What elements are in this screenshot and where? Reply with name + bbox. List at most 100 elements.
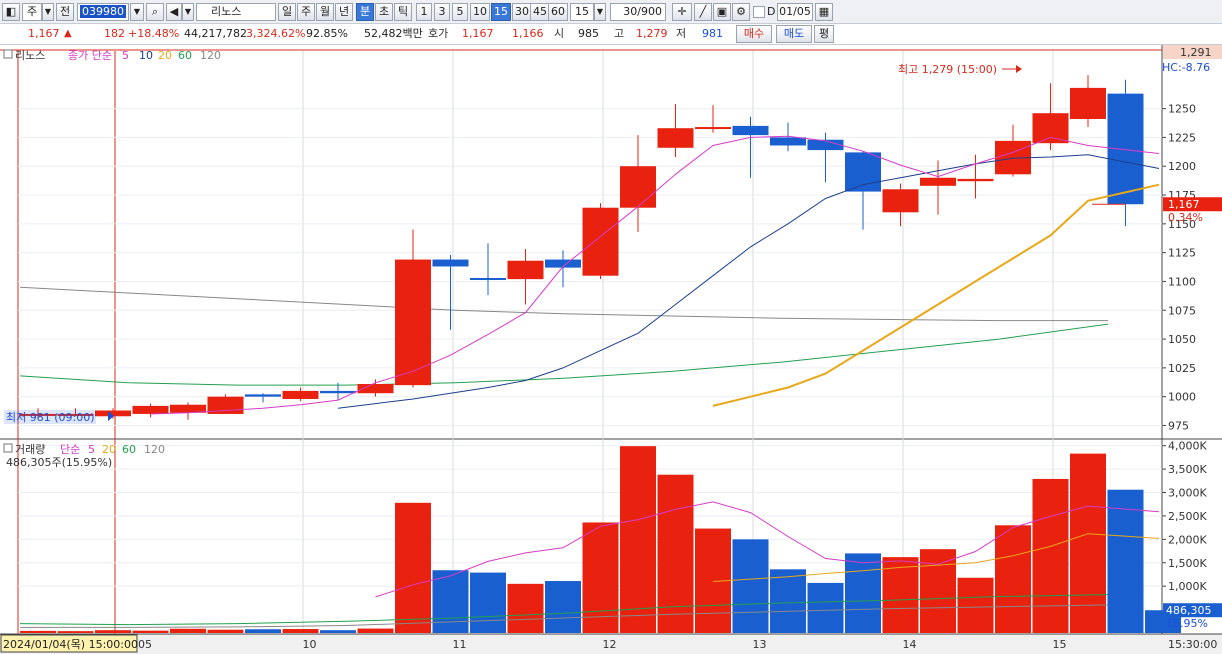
candle-body [770,137,806,146]
volume-bar [395,502,431,633]
time-axis-label: 13 [753,638,767,651]
tab-second[interactable]: 초 [375,3,393,21]
volume-tick-label: 3,000K [1168,487,1207,500]
sell-button[interactable]: 매도 [776,25,812,43]
count-field[interactable]: 30/900 [610,3,666,21]
ask-price: 1,167 [462,27,494,40]
volume-bar [620,446,656,633]
candle-body [920,177,956,186]
candle-body [732,125,769,136]
tab-yearly[interactable]: 년 [335,3,353,21]
legend-vma-60: 60 [122,443,136,456]
high-marker: 최고 1,279 (15:00) [898,63,997,76]
tab-daily[interactable]: 일 [278,3,296,21]
price-legend-toggle-icon[interactable] [3,49,13,59]
minute-15-button[interactable]: 15 [491,3,511,21]
legend-stock-name: 리노스 [15,49,45,62]
d-checkbox[interactable] [753,6,765,18]
candle-body [470,277,506,280]
volume-bar [1032,478,1069,633]
candle-body [432,259,469,267]
volume-current-pct: 15.95% [1166,617,1208,630]
tab-tick[interactable]: 틱 [394,3,412,21]
stock-code-text: 039980 [80,5,126,18]
minute-1-button[interactable]: 1 [416,3,432,21]
minute-45-button[interactable]: 45 [530,3,550,21]
window-menu-icon[interactable]: ◧ [2,3,20,21]
volume-bar [207,629,244,633]
line-tool-icon[interactable]: ╱ [694,3,712,21]
time-axis-label: 15 [1053,638,1067,651]
candle-body [132,405,169,414]
price-tick-label: 975 [1168,419,1189,432]
time-axis-label: 05 [138,638,152,651]
candle-body [245,394,281,397]
legend-ma-120: 120 [200,49,221,62]
candle-body [882,189,919,213]
volume-bar [95,630,131,633]
volume-bar [57,631,94,633]
date-input[interactable]: 01/05 [777,3,813,21]
hc-label: HC:-8.76 [1162,61,1210,74]
tab-monthly[interactable]: 월 [316,3,334,21]
price-tick-label: 1100 [1168,275,1196,288]
candle-body [657,128,694,148]
volume-legend-toggle-icon[interactable] [3,443,13,453]
stock-code-input[interactable]: 039980 [77,3,129,21]
volume-bar [282,629,319,633]
save-icon[interactable]: ▣ [713,3,731,21]
price-tick-label: 1225 [1168,131,1196,144]
price-tick-label: 1250 [1168,103,1196,116]
legend-vma-20: 20 [102,443,116,456]
chevron-down-icon[interactable]: ▼ [594,3,606,21]
trade-amount: 52,482백만 [364,27,423,40]
search-icon[interactable]: ⌕ [146,3,164,21]
volume-bar [20,630,56,633]
prev-button[interactable]: 전 [56,3,74,21]
stock-name-field[interactable]: 리노스 [196,3,276,21]
minute-5-button[interactable]: 5 [452,3,468,21]
minute-60-button[interactable]: 60 [548,3,568,21]
legend-volume-name: 거래량 [15,443,45,456]
volume-tick-label: 2,500K [1168,510,1207,523]
volume-bar [507,583,544,633]
calendar-icon[interactable]: ▦ [815,3,833,21]
buy-button[interactable]: 매수 [736,25,772,43]
chevron-down-icon[interactable]: ▼ [130,3,144,21]
volume-value: 44,217,782 [184,27,247,40]
period-type-select[interactable]: 주 [22,3,42,21]
chart-area[interactable]: 리노스 종가 단순 5 10 20 60 120 거래량 단순 5 20 60 … [0,45,1222,654]
current-price: 1,167 [28,27,60,40]
minute-3-button[interactable]: 3 [434,3,450,21]
chevron-down-icon[interactable]: ▼ [182,3,194,21]
candle-body [1032,113,1069,144]
stock-name: 리노스 [211,5,242,18]
d-label: D [767,5,776,18]
minute-select[interactable]: 15 [570,3,594,21]
minute-30-button[interactable]: 30 [512,3,532,21]
volume-bar [845,553,881,633]
crosshair-icon[interactable]: ✛ [672,3,692,21]
candle-body [957,178,994,182]
candle-body [582,207,619,276]
tab-weekly[interactable]: 주 [297,3,315,21]
eval-button[interactable]: 평 [814,25,834,43]
top-price-label: 1,291 [1180,46,1212,59]
time-axis-label: 11 [453,638,467,651]
volume-bar [357,628,394,633]
tab-minute[interactable]: 분 [356,3,374,21]
gear-icon[interactable]: ⚙ [732,3,750,21]
minute-10-button[interactable]: 10 [470,3,490,21]
current-pct-label: 0.34% [1168,211,1203,224]
open-label: 시 [554,27,565,40]
volume-bar [807,582,844,633]
volume-bar [957,577,994,633]
volume-bar [770,569,806,633]
volume-tick-label: 1,500K [1168,557,1207,570]
chevron-down-icon[interactable]: ▼ [42,3,54,21]
speaker-icon[interactable]: ◀ [166,3,182,21]
price-tick-label: 1000 [1168,391,1196,404]
volume-bar [732,539,769,633]
volume-bar [132,630,169,633]
legend-ma-label: 종가 단순 [68,49,112,62]
